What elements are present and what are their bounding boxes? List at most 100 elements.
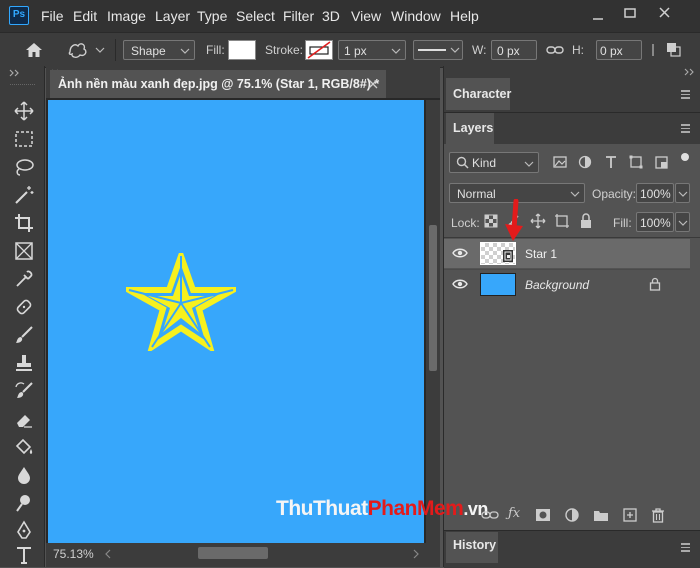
- crop-tool-icon[interactable]: [13, 212, 35, 234]
- path-operations-icon[interactable]: [664, 40, 694, 60]
- menu-layer[interactable]: Layer: [155, 8, 190, 24]
- chevron-right-icon[interactable]: [648, 42, 658, 58]
- lock-position-icon[interactable]: [530, 213, 546, 229]
- tab-layers[interactable]: Layers: [446, 113, 494, 144]
- history-brush-tool-icon[interactable]: [13, 380, 35, 402]
- star-shape[interactable]: [126, 253, 236, 351]
- tab-history[interactable]: History: [446, 532, 498, 563]
- new-group-icon[interactable]: [593, 508, 609, 522]
- character-panel-menu-icon[interactable]: [681, 90, 691, 100]
- add-mask-icon[interactable]: [535, 508, 551, 522]
- star-layer-thumbnail[interactable]: [480, 242, 516, 265]
- stroke-swatch[interactable]: [305, 40, 333, 60]
- vector-mask-icon: [503, 250, 513, 262]
- menu-file[interactable]: File: [41, 8, 64, 24]
- history-panel-menu-icon[interactable]: [681, 543, 691, 553]
- layers-panel-menu-icon[interactable]: [681, 124, 691, 134]
- visibility-eye-icon[interactable]: [452, 278, 468, 290]
- fill-opacity-input[interactable]: 100%: [636, 212, 674, 232]
- dodge-tool-icon[interactable]: [13, 492, 35, 514]
- zoom-level[interactable]: 75.13%: [53, 547, 94, 561]
- layer-filter-select[interactable]: Kind: [449, 152, 539, 173]
- move-tool-icon[interactable]: [13, 100, 35, 122]
- fill-opacity-value: 100%: [640, 216, 671, 230]
- link-layers-icon[interactable]: [481, 508, 499, 522]
- eyedropper-tool-icon[interactable]: [13, 268, 35, 290]
- width-value: 0 px: [497, 44, 520, 58]
- stroke-width-input[interactable]: 1 px: [338, 40, 406, 60]
- opacity-dropdown[interactable]: [675, 183, 690, 203]
- marquee-tool-icon[interactable]: [13, 128, 35, 150]
- frame-tool-icon[interactable]: [13, 240, 35, 262]
- fill-swatch[interactable]: [228, 40, 256, 60]
- stroke-width-value: 1 px: [344, 44, 367, 58]
- scroll-right-arrow[interactable]: [412, 548, 420, 560]
- height-label: H:: [572, 43, 584, 57]
- collapse-right-dock-icon[interactable]: [682, 68, 696, 76]
- fill-opacity-dropdown[interactable]: [675, 212, 690, 232]
- filter-type-icon[interactable]: [604, 155, 618, 169]
- custom-shape-tool-icon[interactable]: [66, 40, 108, 60]
- filter-toggle-icon[interactable]: [680, 153, 690, 171]
- layer-row-background[interactable]: Background: [444, 269, 690, 299]
- layer-row-star-1[interactable]: Star 1: [444, 239, 690, 268]
- divider: [115, 39, 116, 61]
- menu-help[interactable]: Help: [450, 8, 479, 24]
- horizontal-scroll-thumb[interactable]: [198, 547, 268, 559]
- filter-pixel-icon[interactable]: [553, 155, 567, 169]
- eraser-tool-icon[interactable]: [13, 408, 35, 430]
- pen-tool-icon[interactable]: [13, 520, 35, 542]
- type-tool-icon[interactable]: [13, 544, 35, 566]
- collapse-toolbar-icon[interactable]: [8, 68, 22, 78]
- filter-shape-icon[interactable]: [629, 155, 643, 169]
- vertical-scrollbar[interactable]: [426, 100, 440, 543]
- width-input[interactable]: 0 px: [491, 40, 537, 60]
- menu-window[interactable]: Window: [391, 8, 441, 24]
- healing-brush-tool-icon[interactable]: [13, 296, 35, 318]
- menu-3d[interactable]: 3D: [322, 8, 340, 24]
- trash-icon[interactable]: [650, 507, 666, 523]
- lock-artboard-icon[interactable]: [554, 213, 570, 229]
- new-layer-icon[interactable]: [622, 507, 638, 523]
- home-icon[interactable]: [24, 41, 44, 59]
- paint-bucket-tool-icon[interactable]: [13, 436, 35, 458]
- tool-mode-select[interactable]: Shape: [123, 40, 195, 60]
- menu-select[interactable]: Select: [236, 8, 275, 24]
- document-tab[interactable]: Ảnh nền màu xanh đẹp.jpg @ 75.1% (Star 1…: [50, 70, 386, 98]
- photoshop-logo: Ps: [9, 6, 29, 25]
- menu-view[interactable]: View: [351, 8, 381, 24]
- maximize-button[interactable]: [620, 6, 640, 22]
- close-tab-icon[interactable]: [367, 78, 379, 90]
- background-layer-thumbnail[interactable]: [480, 273, 516, 296]
- document-canvas[interactable]: [48, 100, 424, 543]
- lock-all-icon[interactable]: [579, 213, 593, 229]
- stamp-tool-icon[interactable]: [13, 352, 35, 374]
- menu-image[interactable]: Image: [107, 8, 146, 24]
- watermark-part-1: ThuThuat: [276, 497, 368, 520]
- link-icon[interactable]: [546, 42, 564, 58]
- adjustment-layer-icon[interactable]: [564, 507, 580, 523]
- fx-icon[interactable]: ƒx: [508, 506, 524, 522]
- height-input[interactable]: 0 px: [596, 40, 642, 60]
- menu-edit[interactable]: Edit: [73, 8, 97, 24]
- minimize-button[interactable]: [588, 8, 608, 24]
- brush-tool-icon[interactable]: [13, 324, 35, 346]
- scroll-left-arrow[interactable]: [104, 548, 112, 560]
- scroll-thumb[interactable]: [429, 225, 437, 371]
- tab-character-label: Character: [453, 87, 512, 101]
- magic-wand-tool-icon[interactable]: [13, 184, 35, 206]
- blur-tool-icon[interactable]: [13, 464, 35, 486]
- menu-filter[interactable]: Filter: [283, 8, 314, 24]
- tab-character[interactable]: Character: [446, 78, 512, 110]
- visibility-eye-icon[interactable]: [452, 247, 468, 259]
- lock-transparent-icon[interactable]: [484, 214, 498, 228]
- layer-name: Star 1: [525, 247, 558, 261]
- menu-type[interactable]: Type: [197, 8, 227, 24]
- lasso-tool-icon[interactable]: [13, 156, 35, 178]
- opacity-input[interactable]: 100%: [636, 183, 674, 203]
- close-window-button[interactable]: [655, 5, 675, 21]
- filter-adjustment-icon[interactable]: [578, 155, 592, 169]
- stroke-type-select[interactable]: [413, 40, 463, 60]
- opacity-label: Opacity:: [592, 187, 637, 201]
- filter-smart-object-icon[interactable]: [655, 155, 669, 169]
